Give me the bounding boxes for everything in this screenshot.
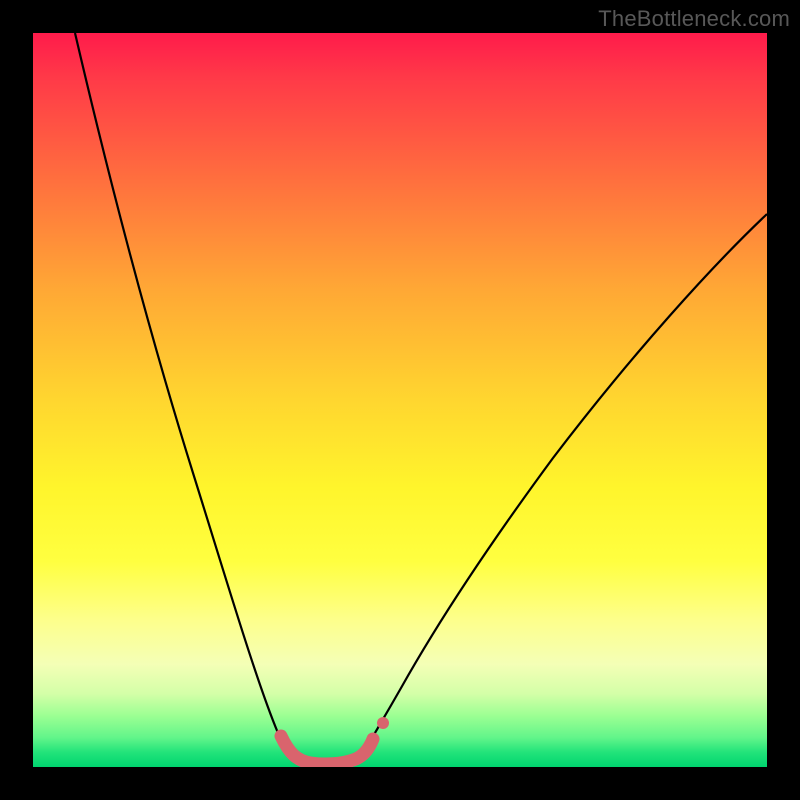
curve-left bbox=[75, 33, 293, 755]
plot-area bbox=[33, 33, 767, 767]
watermark-text: TheBottleneck.com bbox=[598, 6, 790, 32]
chart-svg bbox=[33, 33, 767, 767]
valley-marker-stroke bbox=[281, 736, 373, 764]
chart-frame: TheBottleneck.com bbox=[0, 0, 800, 800]
valley-extra-dot bbox=[377, 717, 389, 729]
curve-right bbox=[363, 214, 767, 753]
